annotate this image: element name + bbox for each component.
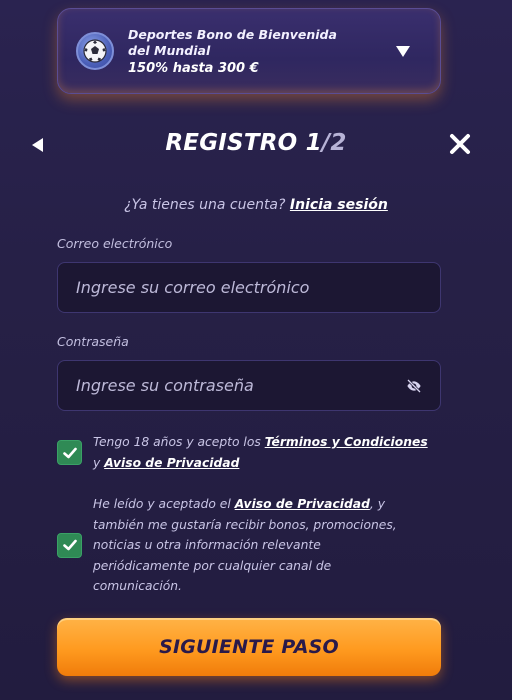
marketing-consent-text: He leído y aceptado el Aviso de Privacid… bbox=[93, 494, 413, 597]
registration-header: REGISTRO 1/2 bbox=[0, 124, 512, 164]
login-link[interactable]: Inicia sesión bbox=[290, 197, 388, 213]
password-field-wrapper bbox=[57, 360, 441, 411]
soccer-ball-icon bbox=[76, 32, 114, 70]
bonus-amount: 150% hasta 300 € bbox=[128, 60, 259, 76]
marketing-checkbox[interactable] bbox=[57, 532, 82, 558]
terms-text-mid: y bbox=[93, 455, 105, 470]
page-title: REGISTRO 1/2 bbox=[0, 130, 512, 156]
eye-off-icon[interactable] bbox=[406, 378, 422, 394]
marketing-text-after: , y también me gustaría recibir bonos, p… bbox=[93, 497, 397, 593]
bonus-selector[interactable]: Deportes Bono de Bienvenida del Mundial … bbox=[57, 8, 441, 94]
password-field[interactable] bbox=[76, 376, 406, 395]
terms-link[interactable]: Términos y Condiciones bbox=[265, 435, 428, 449]
password-label: Contraseña bbox=[57, 334, 129, 349]
checkmark-icon bbox=[62, 447, 77, 458]
bonus-text: Deportes Bono de Bienvenida del Mundial … bbox=[128, 27, 396, 76]
checkmark-icon bbox=[62, 539, 77, 551]
email-field-wrapper bbox=[57, 262, 441, 313]
title-total: 2 bbox=[330, 130, 347, 156]
marketing-consent-row: He leído y aceptado el Aviso de Privacid… bbox=[57, 494, 441, 597]
terms-text-before: Tengo 18 años y acepto los bbox=[93, 435, 265, 449]
terms-consent-row: Tengo 18 años y acepto los Términos y Co… bbox=[57, 432, 441, 473]
login-prompt: ¿Ya tienes una cuenta? Inicia sesión bbox=[0, 197, 512, 213]
terms-checkbox[interactable] bbox=[57, 440, 82, 465]
marketing-privacy-link[interactable]: Aviso de Privacidad bbox=[235, 497, 370, 511]
chevron-down-icon[interactable] bbox=[396, 45, 410, 57]
next-step-button[interactable]: SIGUIENTE PASO bbox=[57, 618, 441, 676]
login-prompt-text: ¿Ya tienes una cuenta? bbox=[124, 197, 286, 213]
title-step: REGISTRO 1 bbox=[165, 130, 322, 156]
close-icon[interactable] bbox=[448, 132, 472, 156]
bonus-title: Deportes Bono de Bienvenida del Mundial bbox=[128, 26, 337, 58]
marketing-text-before: He leído y aceptado el bbox=[93, 497, 235, 511]
email-field[interactable] bbox=[76, 278, 422, 297]
privacy-link[interactable]: Aviso de Privacidad bbox=[104, 456, 239, 470]
email-label: Correo electrónico bbox=[57, 236, 173, 251]
terms-consent-text: Tengo 18 años y acepto los Términos y Co… bbox=[93, 432, 428, 473]
